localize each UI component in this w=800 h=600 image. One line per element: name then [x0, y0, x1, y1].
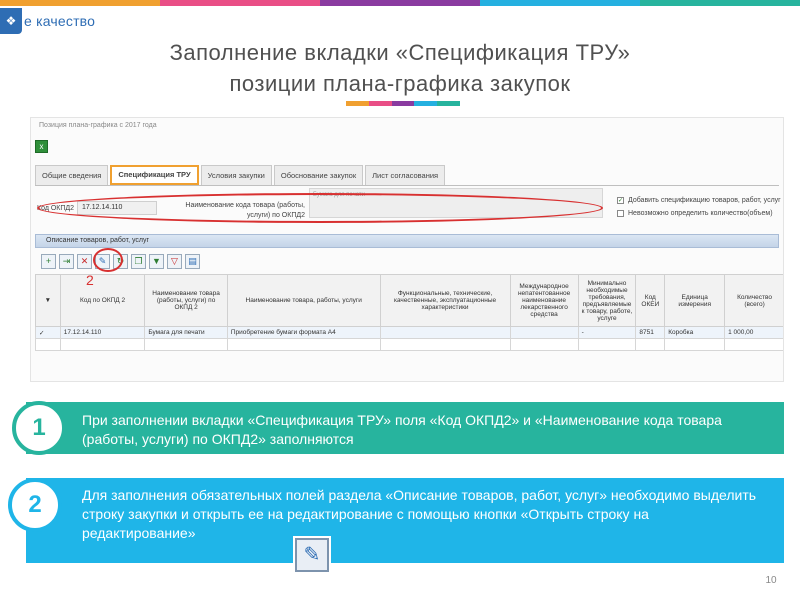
- add-spec-checkbox[interactable]: ✓ Добавить спецификацию товаров, работ, …: [617, 197, 781, 204]
- checkbox-checked-icon: ✓: [617, 197, 624, 204]
- org-name: е качество: [24, 13, 96, 29]
- column-header[interactable]: Код по ОКПД 2: [59, 274, 146, 327]
- column-header[interactable]: Наименование товара, работы, услуги: [226, 274, 381, 327]
- tab-general[interactable]: Общие сведения: [35, 165, 109, 185]
- clear-filter-icon[interactable]: ▽: [167, 254, 182, 269]
- tab-approval[interactable]: Лист согласования: [365, 165, 446, 185]
- table-row[interactable]: ✓ 17.12.14.110 Бумага для печати Приобре…: [35, 326, 783, 339]
- tab-justification[interactable]: Обоснование закупок: [273, 165, 364, 185]
- table-row: [35, 338, 783, 351]
- column-header[interactable]: Международное непатентованное наименован…: [509, 274, 579, 327]
- column-header[interactable]: Код ОКЕИ: [635, 274, 666, 327]
- table-cell: Приобретение бумаги формата А4: [226, 326, 381, 339]
- import-icon[interactable]: ⇥: [59, 254, 74, 269]
- step-badge-1: 1: [12, 401, 66, 455]
- page-title-line1: Заполнение вкладки «Спецификация ТРУ»: [169, 40, 631, 65]
- emblem-icon: ❖: [0, 8, 22, 34]
- marker-2: 2: [86, 272, 94, 288]
- delete-row-icon[interactable]: ✕: [77, 254, 92, 269]
- section-header[interactable]: Описание товаров, работ, услуг: [35, 234, 779, 248]
- table-cell: 8751: [635, 326, 666, 339]
- filter-column-header[interactable]: ▼: [35, 274, 61, 327]
- edit-row-icon-large: ✎: [295, 538, 329, 572]
- info-panel-2: Для заполнения обязательных полей раздел…: [26, 478, 784, 563]
- column-header[interactable]: Функциональные, технические, качественны…: [379, 274, 511, 327]
- spec-table: ▼ Код по ОКПД 2 Наименование товара (раб…: [35, 274, 783, 351]
- table-cell: Бумага для печати: [144, 326, 228, 339]
- page-title-line2: позиции плана-графика закупок: [229, 71, 571, 96]
- table-cell: [379, 326, 511, 339]
- column-header[interactable]: Единица измерения: [664, 274, 726, 327]
- undefined-qty-label: Невозможно определить количество(объем): [628, 210, 773, 217]
- tab-conditions[interactable]: Условия закупки: [200, 165, 272, 185]
- tab-divider: [35, 185, 779, 186]
- filter-icon[interactable]: ▼: [149, 254, 164, 269]
- table-header-row: ▼ Код по ОКПД 2 Наименование товара (раб…: [35, 274, 783, 327]
- checkbox-empty-icon: [617, 210, 624, 217]
- table-cell: [509, 326, 579, 339]
- title-color-bar: [346, 101, 460, 106]
- info-panel-1-text: При заполнении вкладки «Спецификация ТРУ…: [82, 412, 722, 447]
- step-badge-2: 2: [8, 478, 62, 532]
- tab-bar: Общие сведения Спецификация ТРУ Условия …: [35, 165, 447, 185]
- app-screenshot: Позиция плана-графика с 2017 года x Общи…: [30, 117, 784, 382]
- column-header[interactable]: Наименование товара (работы, услуги) по …: [144, 274, 228, 327]
- column-header[interactable]: Минимально необходимые требования, предъ…: [577, 274, 637, 327]
- tab-specification[interactable]: Спецификация ТРУ: [110, 165, 199, 185]
- undefined-qty-checkbox[interactable]: Невозможно определить количество(объем): [617, 210, 773, 217]
- info-panel-1: При заполнении вкладки «Спецификация ТРУ…: [26, 402, 784, 454]
- excel-export-icon[interactable]: x: [35, 140, 48, 153]
- add-spec-label: Добавить спецификацию товаров, работ, ус…: [628, 197, 781, 204]
- document-icon[interactable]: ▤: [185, 254, 200, 269]
- table-cell: Коробка: [664, 326, 726, 339]
- row-checkbox[interactable]: ✓: [35, 326, 61, 339]
- table-cell: -: [577, 326, 637, 339]
- highlight-ellipse: [37, 193, 603, 223]
- top-color-bar: [0, 0, 800, 6]
- info-panel-2-text: Для заполнения обязательных полей раздел…: [82, 487, 757, 541]
- copy-icon[interactable]: ❐: [131, 254, 146, 269]
- page-number: 10: [765, 575, 777, 586]
- highlight-circle: [93, 248, 123, 272]
- screenshot-caption: Позиция плана-графика с 2017 года: [39, 122, 157, 129]
- add-row-icon[interactable]: +: [41, 254, 56, 269]
- filter-icon: ▼: [44, 297, 52, 304]
- column-header[interactable]: Количество (всего): [724, 274, 783, 327]
- table-cell: 17.12.14.110: [59, 326, 146, 339]
- table-cell: 1 000,00: [724, 326, 783, 339]
